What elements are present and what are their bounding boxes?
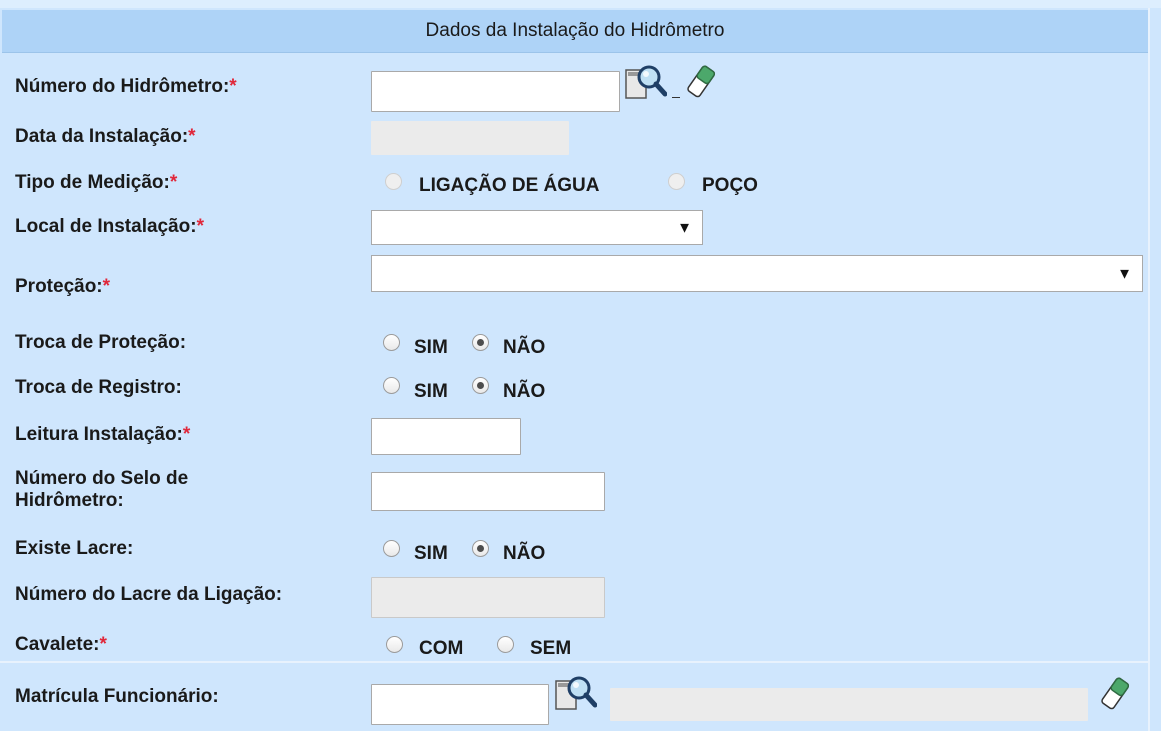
section-divider: [0, 661, 1150, 663]
numero-selo-label: Número do Selo de Hidrômetro:: [15, 468, 189, 511]
panel-border: [1148, 8, 1150, 731]
existe-lacre-label: Existe Lacre:: [15, 538, 134, 559]
troca-protecao-nao-label: NÃO: [503, 337, 546, 358]
form-panel: Dados da Instalação do Hidrômetro Número…: [0, 0, 1161, 731]
troca-registro-nao-label: NÃO: [503, 381, 546, 402]
tipo-medicao-poco-label: POÇO: [702, 175, 758, 196]
numero-hidrometro-input[interactable]: [371, 71, 620, 112]
numero-selo-input[interactable]: [371, 472, 605, 511]
numero-lacre-label: Número do Lacre da Ligação:: [15, 584, 283, 605]
troca-registro-sim-radio[interactable]: [383, 377, 400, 394]
troca-protecao-nao-radio[interactable]: [472, 334, 489, 351]
existe-lacre-sim-label: SIM: [414, 543, 448, 564]
existe-lacre-sim-radio[interactable]: [383, 540, 400, 557]
leitura-instalacao-input[interactable]: [371, 418, 521, 455]
protecao-select[interactable]: ▼: [371, 255, 1143, 292]
eraser-icon[interactable]: [1098, 676, 1134, 712]
tipo-medicao-agua-label: LIGAÇÃO DE ÁGUA: [419, 175, 600, 196]
search-icon[interactable]: [625, 61, 667, 103]
troca-registro-label: Troca de Registro:: [15, 377, 182, 398]
data-instalacao-field: [371, 121, 569, 155]
matricula-label: Matrícula Funcionário:: [15, 686, 219, 707]
leitura-instalacao-label: Leitura Instalação:*: [15, 424, 191, 445]
tipo-medicao-label: Tipo de Medição:*: [15, 172, 178, 193]
section-header: Dados da Instalação do Hidrômetro: [2, 10, 1148, 53]
data-instalacao-label: Data da Instalação:*: [15, 126, 196, 147]
cavalete-label: Cavalete:*: [15, 634, 107, 655]
local-instalacao-select[interactable]: ▼: [371, 210, 703, 245]
local-instalacao-label: Local de Instalação:*: [15, 216, 205, 237]
chevron-down-icon: ▼: [677, 219, 692, 236]
troca-protecao-label: Troca de Proteção:: [15, 332, 187, 353]
existe-lacre-nao-label: NÃO: [503, 543, 546, 564]
cavalete-sem-radio[interactable]: [497, 636, 514, 653]
tipo-medicao-poco-radio[interactable]: [668, 173, 685, 190]
eraser-icon[interactable]: [684, 64, 720, 100]
troca-registro-sim-label: SIM: [414, 381, 448, 402]
separator-dash: [672, 97, 680, 98]
existe-lacre-nao-radio[interactable]: [472, 540, 489, 557]
numero-lacre-field: [371, 577, 605, 618]
troca-protecao-sim-radio[interactable]: [383, 334, 400, 351]
cavalete-com-label: COM: [419, 638, 464, 659]
search-icon[interactable]: [555, 672, 597, 714]
cavalete-com-radio[interactable]: [386, 636, 403, 653]
cavalete-sem-label: SEM: [530, 638, 572, 659]
troca-protecao-sim-label: SIM: [414, 337, 448, 358]
troca-registro-nao-radio[interactable]: [472, 377, 489, 394]
matricula-input[interactable]: [371, 684, 549, 725]
funcionario-name-field: [610, 688, 1088, 721]
numero-hidrometro-label: Número do Hidrômetro:*: [15, 76, 237, 97]
tipo-medicao-agua-radio[interactable]: [385, 173, 402, 190]
protecao-label: Proteção:*: [15, 276, 111, 297]
top-strip: [0, 0, 1161, 8]
chevron-down-icon: ▼: [1117, 265, 1132, 282]
